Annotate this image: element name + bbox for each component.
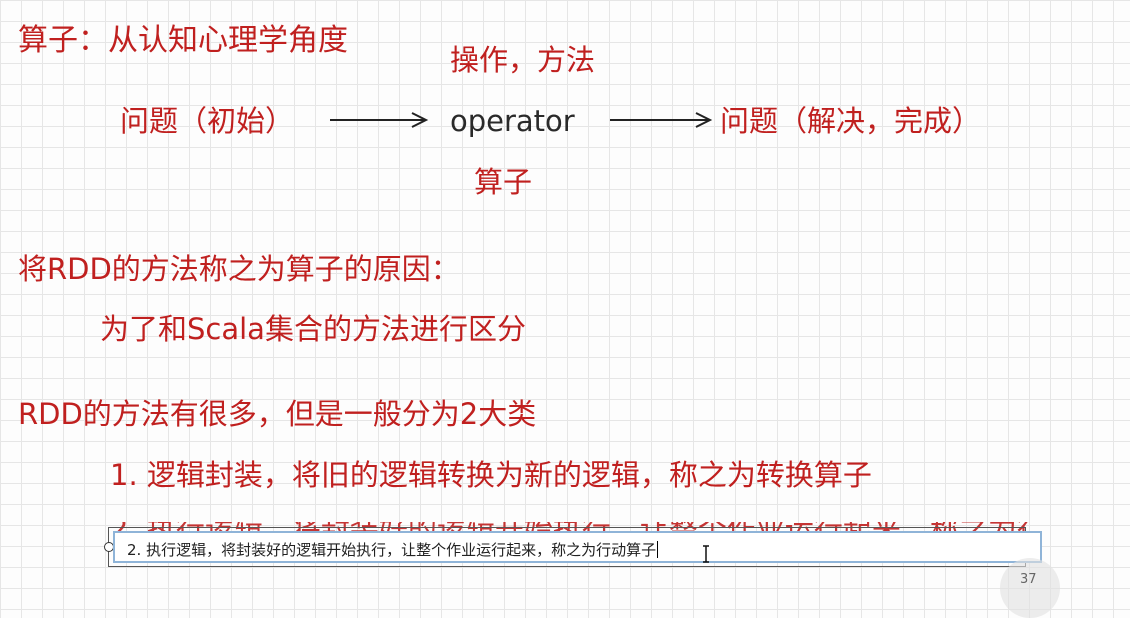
text-caret: [657, 541, 659, 558]
arrow-right-icon: [330, 112, 429, 128]
problem-start-label: 问题（初始）: [120, 104, 295, 138]
operator-cn-label: 算子: [474, 165, 533, 199]
operator-label: operator: [450, 104, 575, 138]
ibeam-cursor-icon: [703, 545, 709, 563]
text-edit-field[interactable]: 2. 执行逻辑，将封装好的逻辑开始执行，让整个作业运行起来，称之为行动算子: [113, 531, 1042, 563]
operation-label: 操作，方法: [450, 43, 596, 77]
text-edit-value[interactable]: 2. 执行逻辑，将封装好的逻辑开始执行，让整个作业运行起来，称之为行动算子: [127, 541, 656, 559]
arrow-right-icon: [610, 112, 713, 128]
reason-text: 为了和Scala集合的方法进行区分: [100, 312, 526, 346]
page-number: 37: [1020, 572, 1037, 587]
type1-text: 1. 逻辑封装，将旧的逻辑转换为新的逻辑，称之为转换算子: [110, 458, 872, 492]
page-number-badge: 37: [1000, 558, 1060, 618]
slide-title: 算子：从认知心理学角度: [18, 23, 348, 58]
reason-heading: 将RDD的方法称之为算子的原因：: [18, 252, 460, 286]
problem-end-label: 问题（解决，完成）: [720, 104, 982, 138]
types-heading: RDD的方法有很多，但是一般分为2大类: [18, 397, 537, 431]
